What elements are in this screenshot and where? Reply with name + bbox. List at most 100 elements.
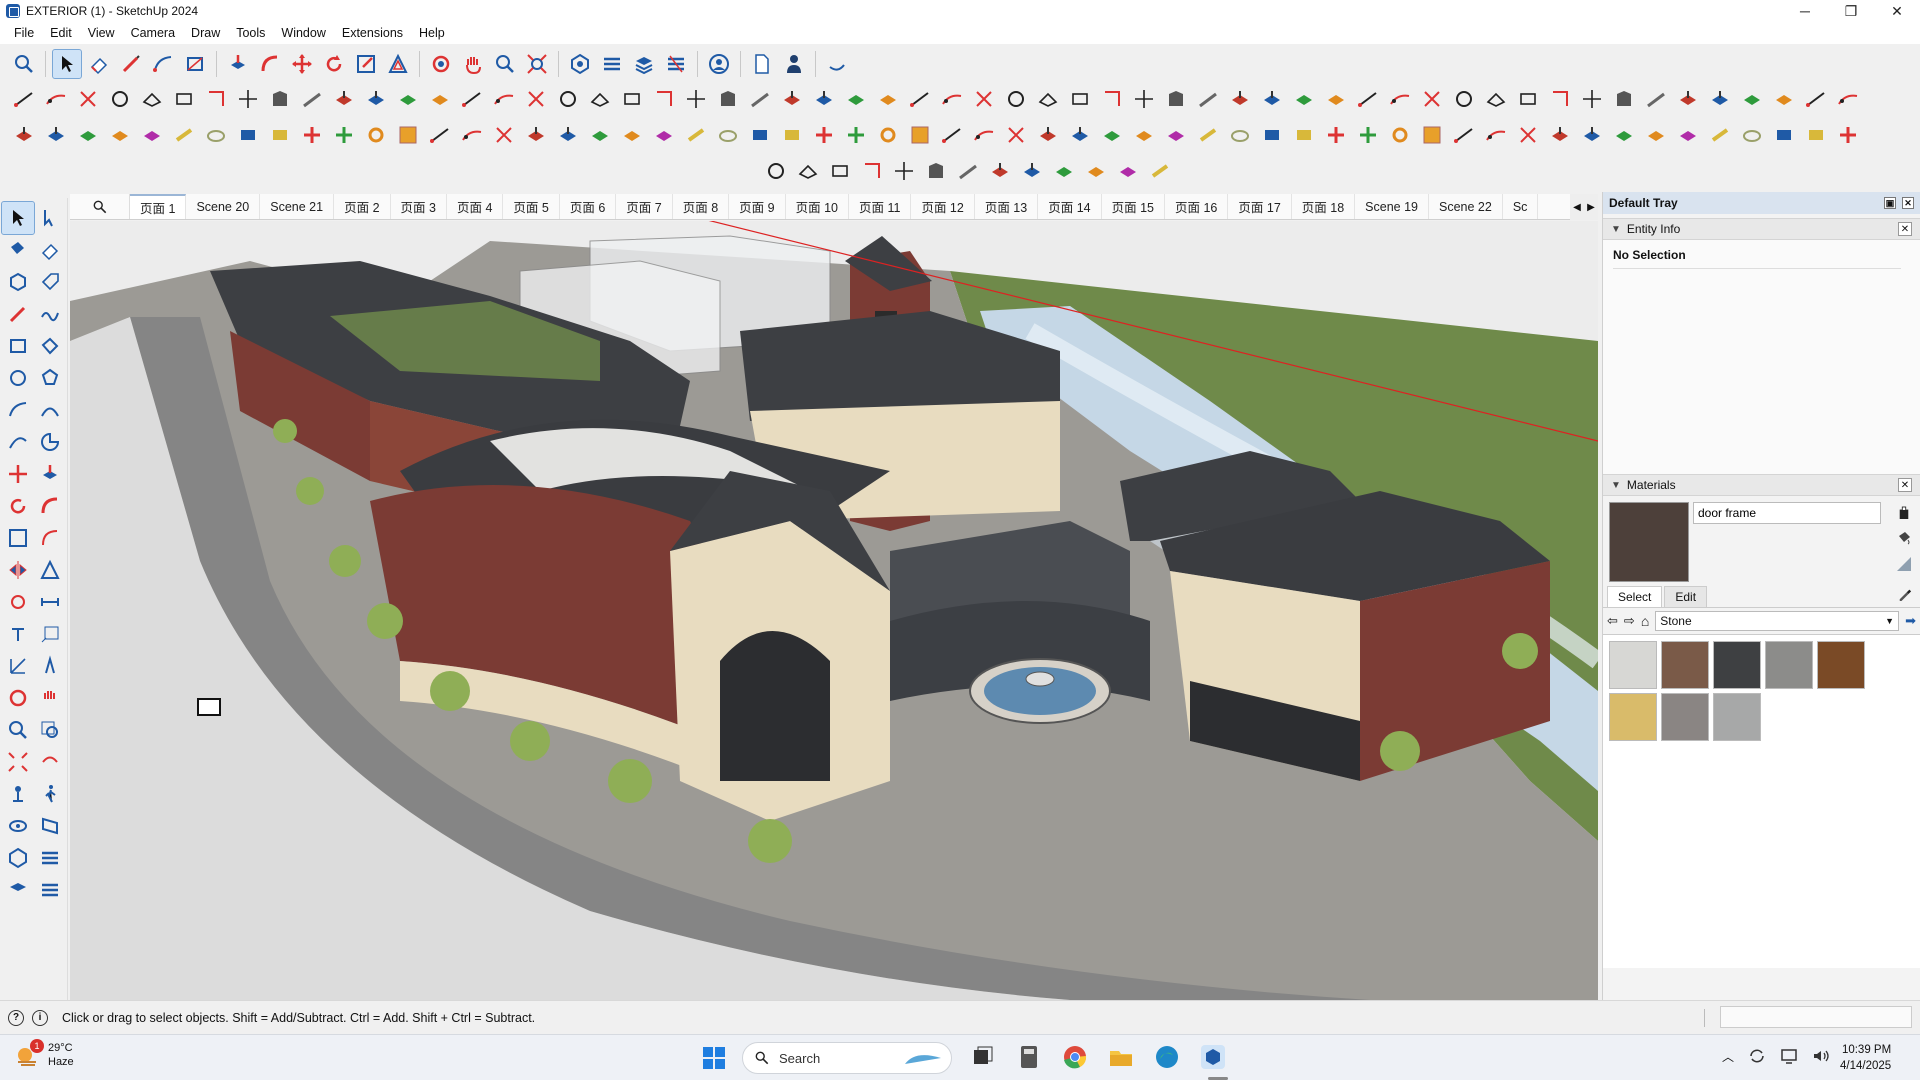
extension-tool-button[interactable] [810, 85, 838, 113]
menu-view[interactable]: View [80, 26, 123, 40]
extension-tool-button[interactable] [1018, 157, 1046, 185]
instructor-icon[interactable]: i [32, 1009, 48, 1026]
calculator-icon[interactable] [1016, 1044, 1042, 1070]
extension-tool-button[interactable] [1482, 85, 1510, 113]
extension-tool-button[interactable] [778, 85, 806, 113]
offset-tool-button[interactable] [384, 50, 412, 78]
extension-tool-button[interactable] [890, 157, 918, 185]
orbit-tool-button[interactable] [427, 50, 455, 78]
extension-tool-button[interactable] [650, 121, 678, 149]
material-swatch[interactable] [1713, 693, 1761, 741]
extension-tool-button[interactable] [266, 121, 294, 149]
share-model-tool-button[interactable] [2, 874, 34, 906]
library-dropdown[interactable]: Stone ▼ [1655, 611, 1900, 631]
extension-tool-button[interactable] [1258, 85, 1286, 113]
sketchup-taskbar-icon[interactable] [1200, 1044, 1226, 1070]
select-arrow-tool-button[interactable] [1, 201, 35, 235]
extension-tool-button[interactable] [1226, 121, 1254, 149]
tab-edit[interactable]: Edit [1664, 586, 1708, 607]
extension-tool-button[interactable] [1450, 85, 1478, 113]
extension-tool-button[interactable] [330, 85, 358, 113]
materials-close-icon[interactable]: ✕ [1898, 478, 1912, 492]
extension-tool-button[interactable] [1578, 121, 1606, 149]
extension-tool-button[interactable] [1642, 121, 1670, 149]
extension-tool-button[interactable] [490, 85, 518, 113]
chrome-icon[interactable] [1062, 1044, 1088, 1070]
extension-tool-button[interactable] [74, 121, 102, 149]
scene-tab[interactable]: 页面 10 [786, 194, 849, 219]
extension-tool-button[interactable] [106, 121, 134, 149]
extension-tool-button[interactable] [1738, 121, 1766, 149]
extension-tool-button[interactable] [298, 121, 326, 149]
extension-tool-button[interactable] [1514, 121, 1542, 149]
material-swatch[interactable] [1661, 693, 1709, 741]
extension-tool-button[interactable] [426, 85, 454, 113]
scene-tab[interactable]: 页面 15 [1102, 194, 1165, 219]
extension-tool-button[interactable] [970, 85, 998, 113]
zoom-extents-button[interactable] [523, 50, 551, 78]
extension-tool-button[interactable] [522, 85, 550, 113]
extension-tool-button[interactable] [74, 85, 102, 113]
scene-tab[interactable]: Scene 19 [1355, 194, 1429, 219]
extension-tool-button[interactable] [1226, 85, 1254, 113]
file-explorer-icon[interactable] [1108, 1044, 1134, 1070]
extension-tool-button[interactable] [1258, 121, 1286, 149]
extension-tool-button[interactable] [1354, 121, 1382, 149]
previous-view-tool-button[interactable] [34, 746, 66, 778]
minimize-button[interactable]: ─ [1782, 0, 1828, 22]
extension-tool-button[interactable] [1802, 85, 1830, 113]
extension-tool-button[interactable] [714, 121, 742, 149]
extension-tool-button[interactable] [138, 121, 166, 149]
zoom-tool-button[interactable] [491, 50, 519, 78]
extension-tool-button[interactable] [1674, 85, 1702, 113]
extension-tool-button[interactable] [1322, 121, 1350, 149]
eyedropper-icon[interactable] [1898, 587, 1912, 604]
extension-tool-button[interactable] [1578, 85, 1606, 113]
scene-tab[interactable]: 页面 13 [975, 194, 1039, 219]
extension-tool-button[interactable] [1162, 85, 1190, 113]
extension-tool-button[interactable] [714, 85, 742, 113]
extension-tool-button[interactable] [1546, 121, 1574, 149]
scene-tab[interactable]: Scene 22 [1429, 194, 1503, 219]
extension-tool-button[interactable] [682, 121, 710, 149]
rotate-tool-button[interactable] [320, 50, 348, 78]
details-arrow-icon[interactable]: ➡ [1905, 613, 1916, 629]
scene-tab[interactable]: 页面 7 [616, 194, 673, 219]
extension-tool-button[interactable] [394, 85, 422, 113]
tape-measure-tool-button[interactable] [2, 586, 34, 618]
taskbar-search-box[interactable]: Search [742, 1042, 952, 1074]
extension-tool-button[interactable] [874, 121, 902, 149]
extension-tool-button[interactable] [298, 85, 326, 113]
push-pull-tool-button[interactable] [224, 50, 252, 78]
scene-search-button[interactable] [70, 194, 130, 219]
menu-extensions[interactable]: Extensions [334, 26, 411, 40]
clock[interactable]: 10:39 PM 4/14/2025 [1840, 1042, 1891, 1074]
extension-tool-button[interactable] [1610, 85, 1638, 113]
extension-tool-button[interactable] [1706, 85, 1734, 113]
extension-tool-button[interactable] [778, 121, 806, 149]
circle-tool-button[interactable] [2, 362, 34, 394]
entity-info-close-icon[interactable]: ✕ [1898, 222, 1912, 236]
polygon-tool-button[interactable] [34, 362, 66, 394]
three-point-arc-tool-button[interactable] [2, 426, 34, 458]
sync-icon[interactable] [1748, 1047, 1766, 1065]
account-button[interactable] [705, 50, 733, 78]
extension-tool-button[interactable] [586, 85, 614, 113]
weather-widget[interactable]: 1 29°C Haze [14, 1039, 74, 1069]
extension-tool-button[interactable] [42, 121, 70, 149]
extension-tool-button[interactable] [490, 121, 518, 149]
two-point-arc-tool-button[interactable] [34, 394, 66, 426]
scene-tab[interactable]: 页面 5 [503, 194, 560, 219]
warehouse-button[interactable] [566, 50, 594, 78]
section-plane-tool-button[interactable] [34, 810, 66, 842]
extension-tool-button[interactable] [1194, 121, 1222, 149]
forward-arrow-icon[interactable]: ⇨ [1624, 613, 1635, 629]
task-view-icon[interactable] [970, 1044, 996, 1070]
scene-scroll-right-icon[interactable]: ▶ [1584, 194, 1598, 220]
extension-tool-button[interactable] [266, 85, 294, 113]
start-button[interactable] [702, 1046, 726, 1070]
extension-tool-button[interactable] [1802, 121, 1830, 149]
arc-tool-button[interactable] [149, 50, 177, 78]
extension-tool-button[interactable] [938, 121, 966, 149]
dimension-tool-button[interactable] [34, 586, 66, 618]
